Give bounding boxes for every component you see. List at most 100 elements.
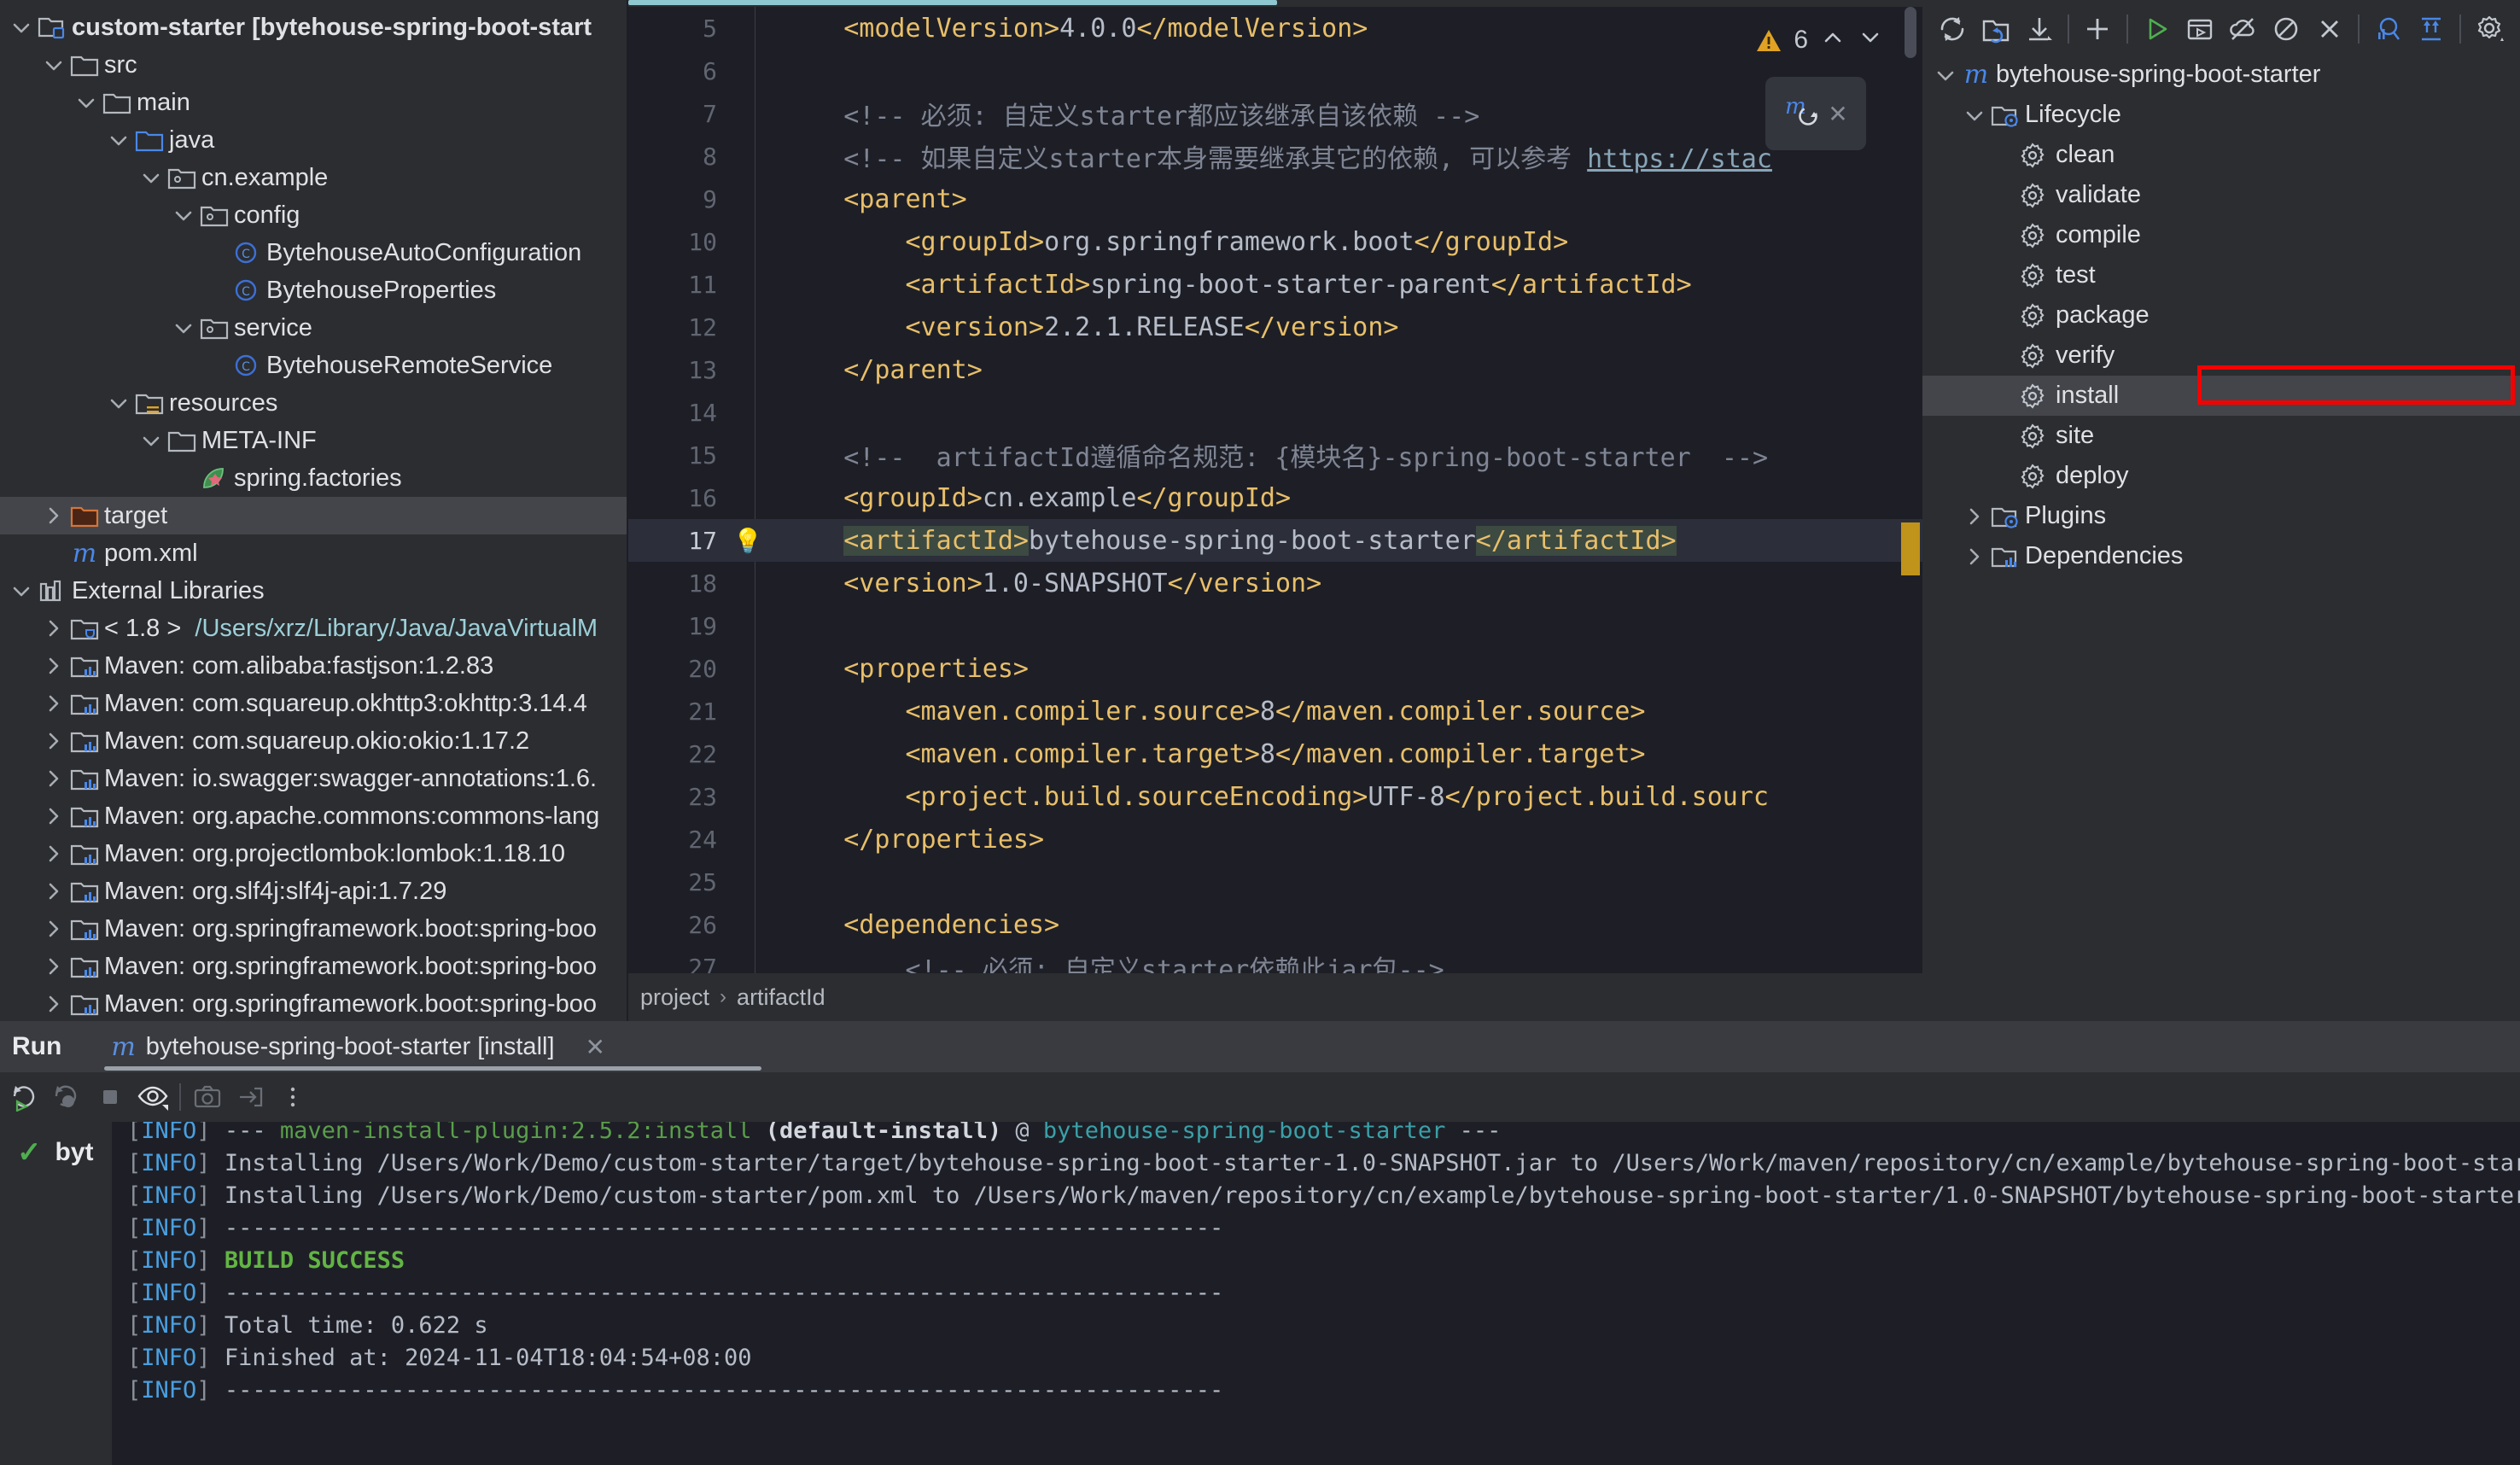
maven-row[interactable]: site (1922, 416, 2520, 456)
chevron-right-icon[interactable] (39, 616, 68, 640)
tree-row[interactable]: java (0, 121, 627, 159)
code-line[interactable]: 27 <!-- 必须: 自定义starter依赖此jar包--> (628, 946, 1922, 974)
next-problem-icon[interactable] (1858, 26, 1883, 55)
code-line[interactable]: 21 <maven.compiler.source>8</maven.compi… (628, 690, 1922, 732)
screenshot-icon[interactable] (186, 1076, 229, 1118)
breadcrumb-item-artifactid[interactable]: artifactId (737, 984, 825, 1011)
maven-row[interactable]: Plugins (1922, 496, 2520, 536)
code-area[interactable]: 5 <modelVersion>4.0.0</modelVersion> 6 7 <… (628, 7, 1922, 973)
toggle-ignored-projects-icon[interactable] (2307, 7, 2351, 51)
chevron-right-icon[interactable] (39, 879, 68, 903)
chevron-down-icon[interactable] (7, 15, 36, 39)
intention-bulb-icon[interactable]: 💡 (733, 527, 763, 555)
chevron-right-icon[interactable] (39, 654, 68, 678)
chevron-down-icon[interactable] (104, 128, 133, 152)
maven-row[interactable]: Dependencies (1922, 536, 2520, 576)
chevron-right-icon[interactable] (39, 954, 68, 978)
editor-scrollbar[interactable] (1901, 7, 1920, 973)
code-line[interactable]: 8 <!-- 如果自定义starter本身需要继承其它的依赖, 可以参考 htt… (628, 135, 1922, 178)
add-maven-project-icon[interactable] (2076, 7, 2120, 51)
chevron-down-icon[interactable] (1931, 63, 1960, 87)
tree-row[interactable]: Maven: io.swagger:swagger-annotations:1.… (0, 760, 627, 797)
tree-row[interactable]: Maven: org.apache.commons:commons-lang (0, 797, 627, 835)
reload-all-maven-projects-icon[interactable] (1931, 7, 1975, 51)
chevron-right-icon[interactable] (39, 992, 68, 1016)
run-tree-node[interactable]: ✓ byt (0, 1135, 112, 1170)
code-line[interactable]: 18 <version>1.0-SNAPSHOT</version> (628, 562, 1922, 604)
chevron-right-icon[interactable] (39, 842, 68, 866)
rerun-failed-tests-icon[interactable] (46, 1076, 89, 1118)
tree-row[interactable]: Maven: org.springframework.boot:spring-b… (0, 910, 627, 948)
expand-all-icon[interactable] (2410, 7, 2453, 51)
maven-row[interactable]: m bytehouse-spring-boot-starter (1922, 55, 2520, 95)
code-line[interactable]: 24 </properties> (628, 818, 1922, 861)
maven-row[interactable]: verify (1922, 336, 2520, 376)
generate-sources-icon[interactable] (1975, 7, 2018, 51)
chevron-right-icon[interactable] (39, 804, 68, 828)
chevron-down-icon[interactable] (104, 391, 133, 415)
code-line[interactable]: 13 </parent> (628, 348, 1922, 391)
tree-row[interactable]: service (0, 309, 627, 347)
show-dependencies-icon[interactable] (2366, 7, 2410, 51)
chevron-right-icon[interactable] (39, 692, 68, 715)
chevron-right-icon[interactable] (1960, 545, 1989, 569)
chevron-right-icon[interactable] (39, 767, 68, 791)
tree-row[interactable]: main (0, 84, 627, 121)
tree-row[interactable]: Maven: com.squareup.okio:okio:1.17.2 (0, 722, 627, 760)
more-options-icon[interactable] (271, 1076, 314, 1118)
code-line[interactable]: 22 <maven.compiler.target>8</maven.compi… (628, 732, 1922, 775)
maven-row[interactable]: install (1922, 376, 2520, 416)
code-line[interactable]: 5 <modelVersion>4.0.0</modelVersion> (628, 7, 1922, 50)
chevron-right-icon[interactable] (39, 917, 68, 941)
maven-row[interactable]: deploy (1922, 456, 2520, 496)
maven-row[interactable]: test (1922, 255, 2520, 295)
maven-settings-icon[interactable] (2468, 7, 2511, 51)
breadcrumb-item-project[interactable]: project (640, 984, 709, 1011)
tree-row[interactable]: Maven: org.projectlombok:lombok:1.18.10 (0, 835, 627, 873)
run-maven-build-icon[interactable] (2135, 7, 2179, 51)
tree-row[interactable]: C BytehouseAutoConfiguration (0, 234, 627, 271)
tree-row[interactable]: spring.factories (0, 459, 627, 497)
tree-row[interactable]: cn.example (0, 159, 627, 196)
code-line[interactable]: 12 <version>2.2.1.RELEASE</version> (628, 306, 1922, 348)
code-line[interactable]: 25 (628, 861, 1922, 903)
run-toolbar[interactable] (0, 1072, 2520, 1122)
code-line[interactable]: 10 <groupId>org.springframework.boot</gr… (628, 220, 1922, 263)
download-sources-icon[interactable] (2017, 7, 2061, 51)
tree-row[interactable]: < 1.8 > /Users/xrz/Library/Java/JavaVirt… (0, 610, 627, 647)
breadcrumb[interactable]: project › artifactId (628, 973, 1922, 1021)
code-line[interactable]: 19 (628, 604, 1922, 647)
code-line[interactable]: 17 💡 <artifactId>bytehouse-spring-boot-st… (628, 519, 1922, 562)
scrollbar-thumb[interactable] (1905, 7, 1916, 58)
tree-row[interactable]: resources (0, 384, 627, 422)
tree-row[interactable]: custom-starter [bytehouse-spring-boot-st… (0, 9, 627, 46)
tree-row[interactable]: META-INF (0, 422, 627, 459)
tree-row[interactable]: Maven: org.slf4j:slf4j-api:1.7.29 (0, 873, 627, 910)
chevron-down-icon[interactable] (1960, 103, 1989, 127)
tree-row[interactable]: m pom.xml (0, 534, 627, 572)
rerun-icon[interactable] (3, 1076, 46, 1118)
code-line[interactable]: 15 <!-- artifactId遵循命名规范: {模块名}-spring-b… (628, 434, 1922, 476)
chevron-right-icon[interactable] (39, 504, 68, 528)
code-line[interactable]: 20 <properties> (628, 647, 1922, 690)
previous-problem-icon[interactable] (1820, 26, 1846, 55)
chevron-down-icon[interactable] (169, 203, 198, 227)
maven-row[interactable]: clean (1922, 135, 2520, 175)
maven-reload-icon[interactable]: m (1783, 91, 1821, 136)
maven-row[interactable]: compile (1922, 215, 2520, 255)
tree-row[interactable]: Maven: org.springframework.boot:spring-b… (0, 985, 627, 1021)
chevron-down-icon[interactable] (39, 53, 68, 77)
tree-row[interactable]: External Libraries (0, 572, 627, 610)
code-line[interactable]: 7 <!-- 必须: 自定义starter都应该继承自该依赖 --> (628, 92, 1922, 135)
code-line[interactable]: 23 <project.build.sourceEncoding>UTF-8</… (628, 775, 1922, 818)
tree-row[interactable]: C BytehouseProperties (0, 271, 627, 309)
tree-row[interactable]: Maven: org.springframework.boot:spring-b… (0, 948, 627, 985)
eye-filter-icon[interactable] (131, 1076, 174, 1118)
chevron-down-icon[interactable] (7, 579, 36, 603)
chevron-down-icon[interactable] (72, 90, 101, 114)
code-line[interactable]: 14 (628, 391, 1922, 434)
close-icon[interactable]: ✕ (586, 1033, 605, 1061)
maven-toolbar[interactable] (1922, 0, 2520, 55)
maven-row[interactable]: package (1922, 295, 2520, 336)
toggle-offline-mode-icon[interactable] (2221, 7, 2265, 51)
